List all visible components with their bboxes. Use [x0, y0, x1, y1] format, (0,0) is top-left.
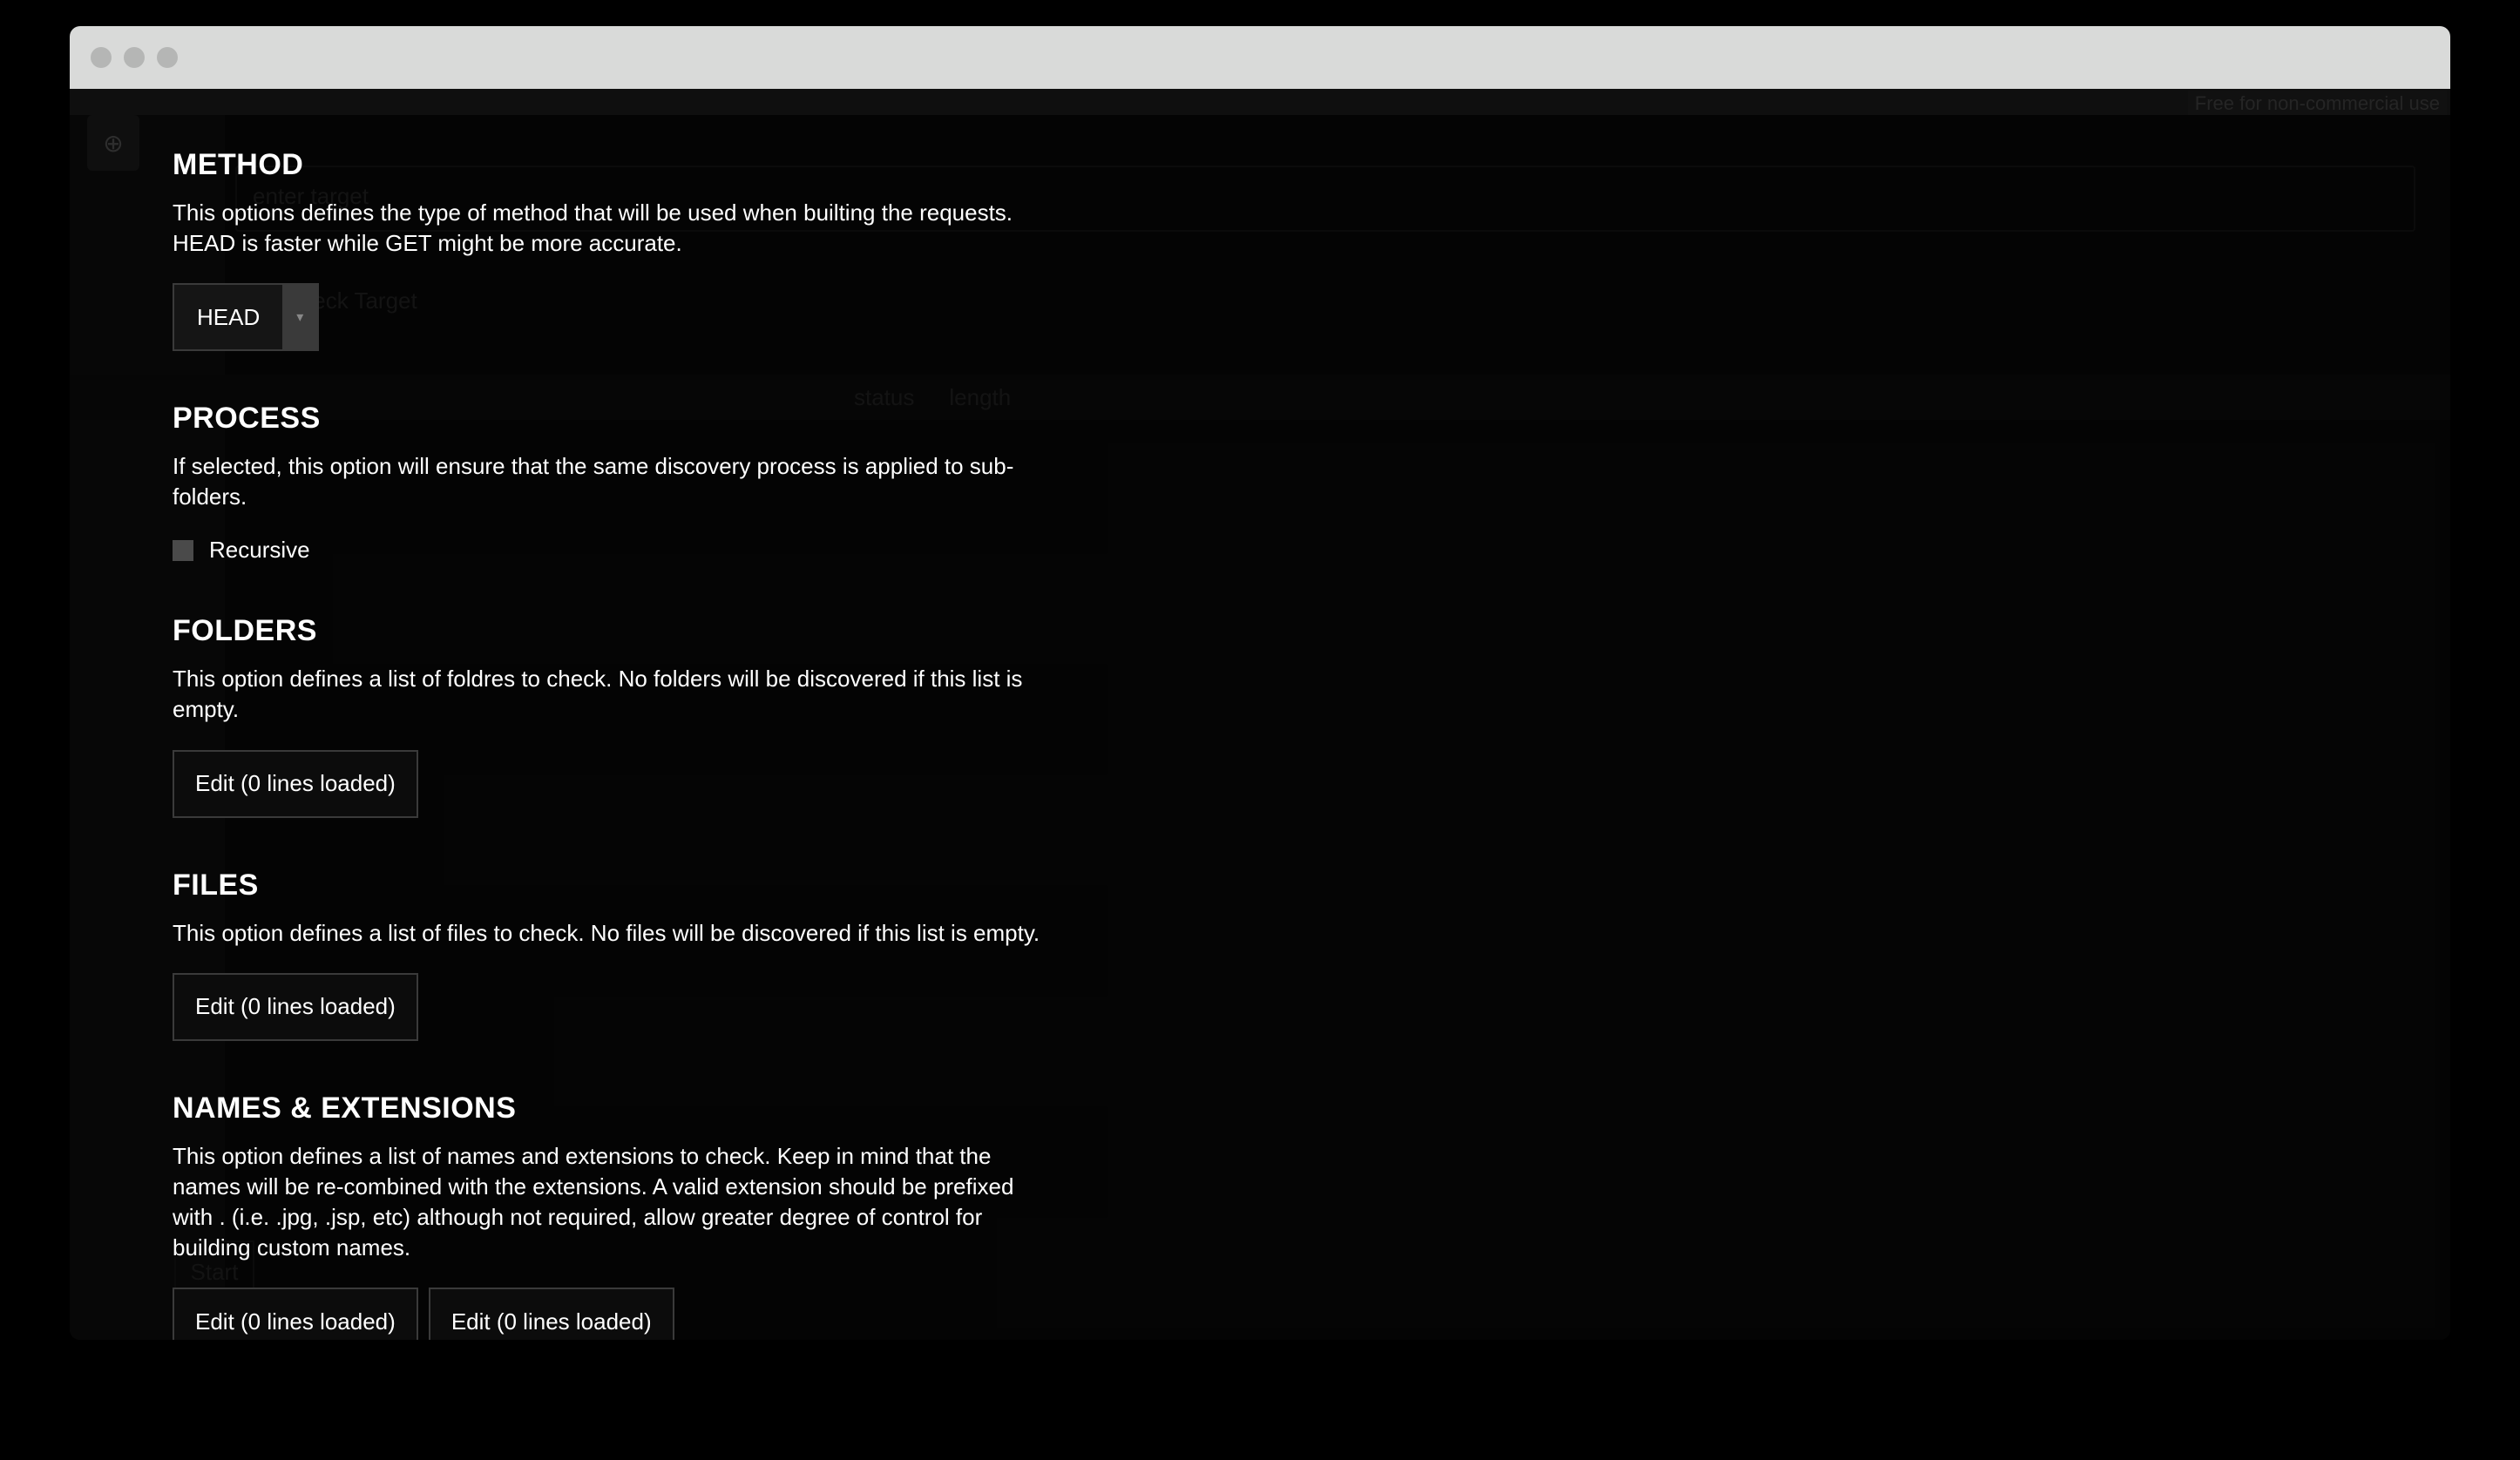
names-heading: NAMES & EXTENSIONS [173, 1092, 2415, 1125]
files-heading: FILES [173, 869, 2415, 902]
section-names-extensions: NAMES & EXTENSIONS This option defines a… [173, 1092, 2415, 1340]
process-desc: If selected, this option will ensure tha… [173, 451, 1044, 512]
method-dropdown[interactable]: HEAD ▾ [173, 283, 319, 351]
section-method: METHOD This options defines the type of … [173, 148, 2415, 351]
folders-desc: This option defines a list of foldres to… [173, 664, 1044, 725]
edit-folders-button[interactable]: Edit (0 lines loaded) [173, 750, 418, 818]
recursive-label: Recursive [209, 537, 310, 564]
edit-names-button[interactable]: Edit (0 lines loaded) [173, 1288, 418, 1340]
method-heading: METHOD [173, 148, 2415, 182]
minimize-window-icon[interactable] [124, 47, 145, 68]
names-desc: This option defines a list of names and … [173, 1141, 1044, 1263]
section-process: PROCESS If selected, this option will en… [173, 402, 2415, 564]
method-value: HEAD [174, 285, 282, 349]
checkbox-icon [173, 540, 193, 561]
recursive-checkbox-row[interactable]: Recursive [173, 537, 2415, 564]
edit-files-button[interactable]: Edit (0 lines loaded) [173, 973, 418, 1041]
folders-heading: FOLDERS [173, 614, 2415, 648]
settings-panel: METHOD This options defines the type of … [173, 148, 2415, 1340]
close-window-icon[interactable] [91, 47, 112, 68]
license-banner: Free for non-commercial use [2188, 91, 2447, 117]
section-folders: FOLDERS This option defines a list of fo… [173, 614, 2415, 817]
maximize-window-icon[interactable] [157, 47, 178, 68]
window-titlebar [70, 26, 2450, 89]
process-heading: PROCESS [173, 402, 2415, 436]
app-window: Free for non-commercial use ⊕ enter targ… [70, 26, 2450, 1340]
method-desc: This options defines the type of method … [173, 198, 1044, 259]
top-strip: Free for non-commercial use [70, 89, 2450, 115]
edit-extensions-button[interactable]: Edit (0 lines loaded) [429, 1288, 674, 1340]
section-files: FILES This option defines a list of file… [173, 869, 2415, 1041]
files-desc: This option defines a list of files to c… [173, 918, 1044, 949]
chevron-down-icon: ▾ [282, 285, 317, 349]
